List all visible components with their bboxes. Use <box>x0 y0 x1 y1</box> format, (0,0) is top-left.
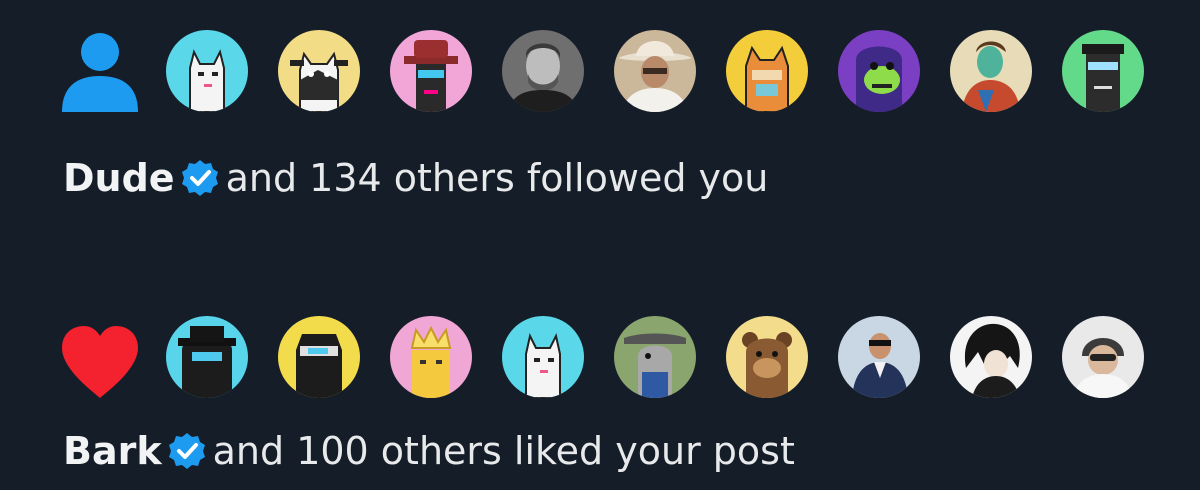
notification-text: and 100 others liked your post <box>212 429 795 473</box>
avatar[interactable] <box>278 30 360 112</box>
avatar[interactable] <box>502 30 584 112</box>
avatar[interactable] <box>726 316 808 398</box>
notification-text: and 134 others followed you <box>225 156 769 200</box>
avatar[interactable] <box>726 30 808 112</box>
notifications-page: Dude and 134 others followed you Bark an… <box>0 0 1200 490</box>
verified-badge-icon <box>180 158 220 198</box>
verified-badge-icon <box>167 431 207 471</box>
heart-icon <box>60 322 140 406</box>
avatar[interactable] <box>950 316 1032 398</box>
like-message: Bark and 100 others liked your post <box>63 423 795 479</box>
avatar[interactable] <box>278 316 360 398</box>
avatar[interactable] <box>502 316 584 398</box>
actor-name[interactable]: Dude <box>63 156 175 200</box>
avatar[interactable] <box>390 316 472 398</box>
avatar[interactable] <box>838 30 920 112</box>
avatar[interactable] <box>950 30 1032 112</box>
avatar[interactable] <box>838 316 920 398</box>
avatar[interactable] <box>614 30 696 112</box>
avatar[interactable] <box>614 316 696 398</box>
avatar[interactable] <box>1062 316 1144 398</box>
avatar[interactable] <box>166 316 248 398</box>
person-icon <box>60 30 140 114</box>
like-notification[interactable]: Bark and 100 others liked your post <box>0 290 1200 490</box>
avatar[interactable] <box>166 30 248 112</box>
actor-name[interactable]: Bark <box>63 429 162 473</box>
follow-notification[interactable]: Dude and 134 others followed you <box>0 0 1200 245</box>
follow-message: Dude and 134 others followed you <box>63 150 768 206</box>
avatar[interactable] <box>390 30 472 112</box>
avatar[interactable] <box>1062 30 1144 112</box>
